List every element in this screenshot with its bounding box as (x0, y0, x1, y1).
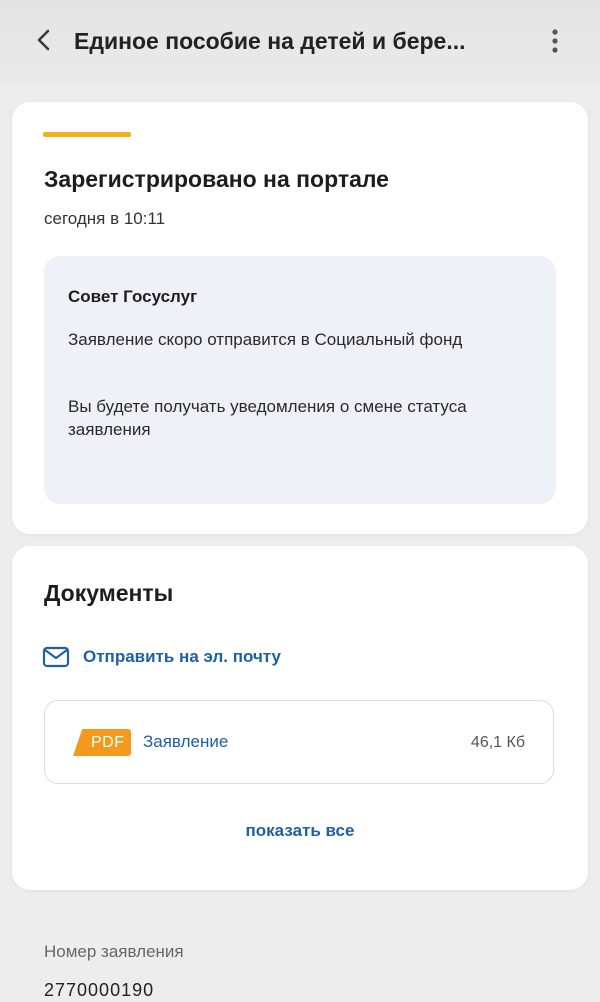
tip-box: Совет Госуслуг Заявление скоро отправитс… (44, 256, 556, 504)
tip-paragraph: Вы будете получать уведомления о смене с… (68, 397, 467, 439)
send-email-button[interactable]: Отправить на эл. почту (42, 644, 281, 670)
documents-card: Документы Отправить на эл. почту PDF Зая… (12, 546, 588, 890)
file-name: Заявление (143, 732, 229, 751)
pdf-badge-label: PDF (91, 734, 125, 751)
tip-paragraph: Заявление скоро отправится в Социальный … (68, 330, 463, 349)
application-number-value: 2770000190 (44, 980, 155, 1000)
status-card: Зарегистрировано на портале сегодня в 10… (12, 102, 588, 534)
show-all-button[interactable]: показать все (12, 820, 588, 842)
tip-title: Совет Госуслуг (68, 287, 198, 306)
status-accent-bar (43, 132, 131, 137)
pdf-file-icon: PDF (73, 729, 131, 756)
documents-title: Документы (44, 580, 174, 606)
application-number-label: Номер заявления (44, 942, 184, 961)
envelope-icon (42, 646, 70, 668)
file-row[interactable]: PDF Заявление 46,1 Кб (44, 700, 554, 784)
status-timestamp: сегодня в 10:11 (44, 209, 166, 228)
top-app-bar: Единое пособие на детей и бере... (0, 0, 600, 84)
send-email-label: Отправить на эл. почту (83, 647, 282, 666)
status-title: Зарегистрировано на портале (44, 166, 389, 192)
file-size: 46,1 Кб (470, 734, 525, 751)
page-title: Единое пособие на детей и бере... (74, 28, 466, 54)
chevron-left-icon[interactable] (30, 26, 58, 54)
vertical-dots-icon[interactable] (543, 26, 567, 56)
